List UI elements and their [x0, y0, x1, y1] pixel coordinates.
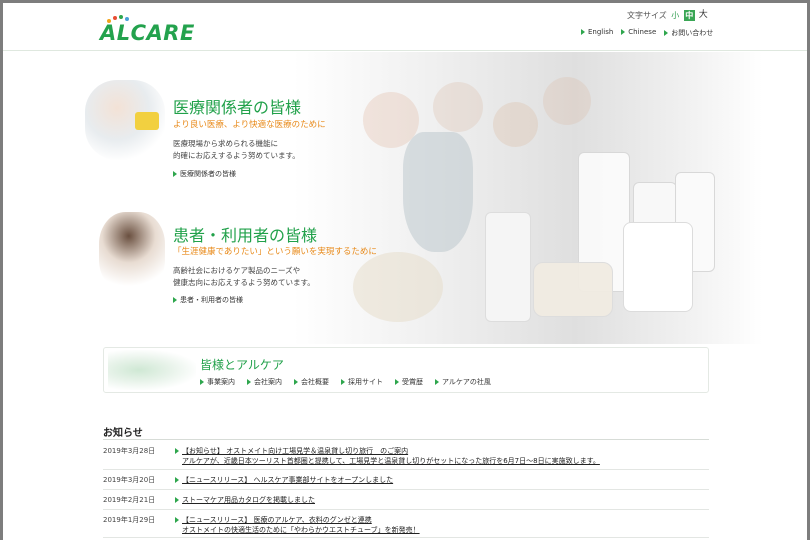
arrow-right-icon: [294, 379, 298, 385]
arrow-right-icon: [175, 517, 179, 523]
patients-link[interactable]: 患者・利用者の皆様: [173, 295, 243, 305]
news-link[interactable]: 【お知らせ】 オストメイト向け工場見学＆温泉貸し切り旅行 のご案内: [182, 447, 408, 455]
arrow-right-icon: [173, 171, 177, 177]
news-date: 2019年1月29日: [103, 516, 156, 524]
clipboard-icon: [135, 112, 159, 130]
alcare-logo[interactable]: ALCARE: [100, 13, 210, 45]
news-item: 2019年1月29日 【ニュースリリース】 医療のアルケア、衣料のグンゼと連携 …: [103, 510, 709, 538]
contact-link[interactable]: お問い合わせ: [664, 28, 713, 38]
news-list: 2019年3月28日 【お知らせ】 オストメイト向け工場見学＆温泉貸し切り旅行 …: [103, 439, 709, 538]
arrow-right-icon: [621, 29, 626, 35]
medical-body-line2: 的確にお応えするよう努めています。: [173, 151, 300, 160]
patients-body-line1: 高齢社会におけるケア製品のニーズや: [173, 266, 301, 275]
news-text: ストーマケア用品カタログを掲載しました: [175, 495, 709, 509]
arrow-right-icon: [581, 29, 585, 35]
company-link-culture[interactable]: アルケアの社風: [435, 377, 491, 387]
news-text: 【ニュースリリース】 医療のアルケア、衣料のグンゼと連携 オストメイトの快適生活…: [175, 515, 709, 537]
news-item: 2019年2月21日 ストーマケア用品カタログを掲載しました: [103, 490, 709, 510]
news-link[interactable]: ストーマケア用品カタログを掲載しました: [182, 496, 315, 504]
patients-title: 患者・利用者の皆様: [173, 226, 318, 245]
company-link-about[interactable]: 会社案内: [247, 377, 282, 387]
english-link[interactable]: English: [581, 28, 613, 38]
arrow-right-icon: [435, 379, 439, 385]
company-link-overview[interactable]: 会社概要: [294, 377, 329, 387]
arrow-right-icon: [395, 379, 399, 385]
medical-link[interactable]: 医療関係者の皆様: [173, 169, 236, 179]
patients-photo: [99, 212, 165, 292]
arrow-right-icon: [200, 379, 204, 385]
medical-body: 医療現場から求められる機能に 的確にお応えするよう努めています。: [173, 138, 300, 162]
company-link-business[interactable]: 事業案内: [200, 377, 235, 387]
font-size-medium-button[interactable]: 中: [683, 9, 695, 21]
medical-body-line1: 医療現場から求められる機能に: [173, 139, 278, 148]
page-frame: ALCARE 文字サイズ 小 中 大 English Chinese お問い合わ…: [3, 3, 807, 540]
news-text: 【お知らせ】 オストメイト向け工場見学＆温泉貸し切り旅行 のご案内 アルケアが、…: [175, 446, 709, 469]
news-date: 2019年3月28日: [103, 447, 156, 455]
company-title: 皆様とアルケア: [200, 358, 284, 372]
arrow-right-icon: [175, 448, 179, 454]
logo-text: ALCARE: [100, 21, 195, 45]
hero-area: 医療関係者の皆様 より良い医療、より快適な医療のために 医療現場から求められる機…: [3, 52, 807, 344]
news-title: お知らせ: [103, 428, 143, 439]
hero-product-photo: [293, 52, 763, 344]
company-link-recruit[interactable]: 採用サイト: [341, 377, 383, 387]
arrow-right-icon: [173, 297, 177, 303]
arrow-right-icon: [175, 477, 179, 483]
news-link[interactable]: 【ニュースリリース】 医療のアルケア、衣料のグンゼと連携: [182, 516, 372, 524]
news-link[interactable]: 【ニュースリリース】 ヘルスケア事業部サイトをオープンしました: [182, 476, 393, 484]
news-link-detail[interactable]: アルケアが、近畿日本ツーリスト首都圏と提携して、工場見学と温泉貸し切りがセットに…: [182, 457, 600, 465]
patients-subtitle: 「生涯健康でありたい」という願いを実現するために: [173, 247, 377, 257]
font-size-large-button[interactable]: 大: [698, 10, 709, 21]
medical-subtitle: より良い医療、より快適な医療のために: [173, 120, 326, 130]
utility-links: English Chinese お問い合わせ: [581, 28, 713, 38]
medical-title: 医療関係者の皆様: [173, 98, 302, 117]
news-date: 2019年3月20日: [103, 476, 156, 484]
news-link-detail[interactable]: オストメイトの快適生活のために「やわらかウエストチューブ」を新発売！: [182, 526, 420, 534]
news-date: 2019年2月21日: [103, 496, 156, 504]
company-link-awards[interactable]: 受賞歴: [395, 377, 423, 387]
arrow-right-icon: [175, 497, 179, 503]
chinese-link[interactable]: Chinese: [621, 28, 656, 38]
news-item: 2019年3月28日 【お知らせ】 オストメイト向け工場見学＆温泉貸し切り旅行 …: [103, 440, 709, 470]
news-item: 2019年3月20日 【ニュースリリース】 ヘルスケア事業部サイトをオープンしま…: [103, 470, 709, 490]
company-box: 皆様とアルケア 事業案内 会社案内 会社概要 採用サイト 受賞歴 アルケアの社風: [103, 347, 709, 393]
family-photo: [108, 350, 196, 390]
arrow-right-icon: [341, 379, 345, 385]
arrow-right-icon: [664, 30, 669, 36]
news-text: 【ニュースリリース】 ヘルスケア事業部サイトをオープンしました: [175, 475, 709, 489]
font-size-switcher: 文字サイズ 小 中 大: [627, 9, 709, 21]
patients-body: 高齢社会におけるケア製品のニーズや 健康志向にお応えするよう努めています。: [173, 265, 315, 289]
font-size-small-button[interactable]: 小: [670, 10, 681, 21]
site-header: ALCARE 文字サイズ 小 中 大 English Chinese お問い合わ…: [3, 3, 807, 51]
arrow-right-icon: [247, 379, 251, 385]
company-links: 事業案内 会社案内 会社概要 採用サイト 受賞歴 アルケアの社風: [200, 377, 491, 387]
patients-body-line2: 健康志向にお応えするよう努めています。: [173, 278, 315, 287]
font-size-label: 文字サイズ: [627, 10, 667, 20]
